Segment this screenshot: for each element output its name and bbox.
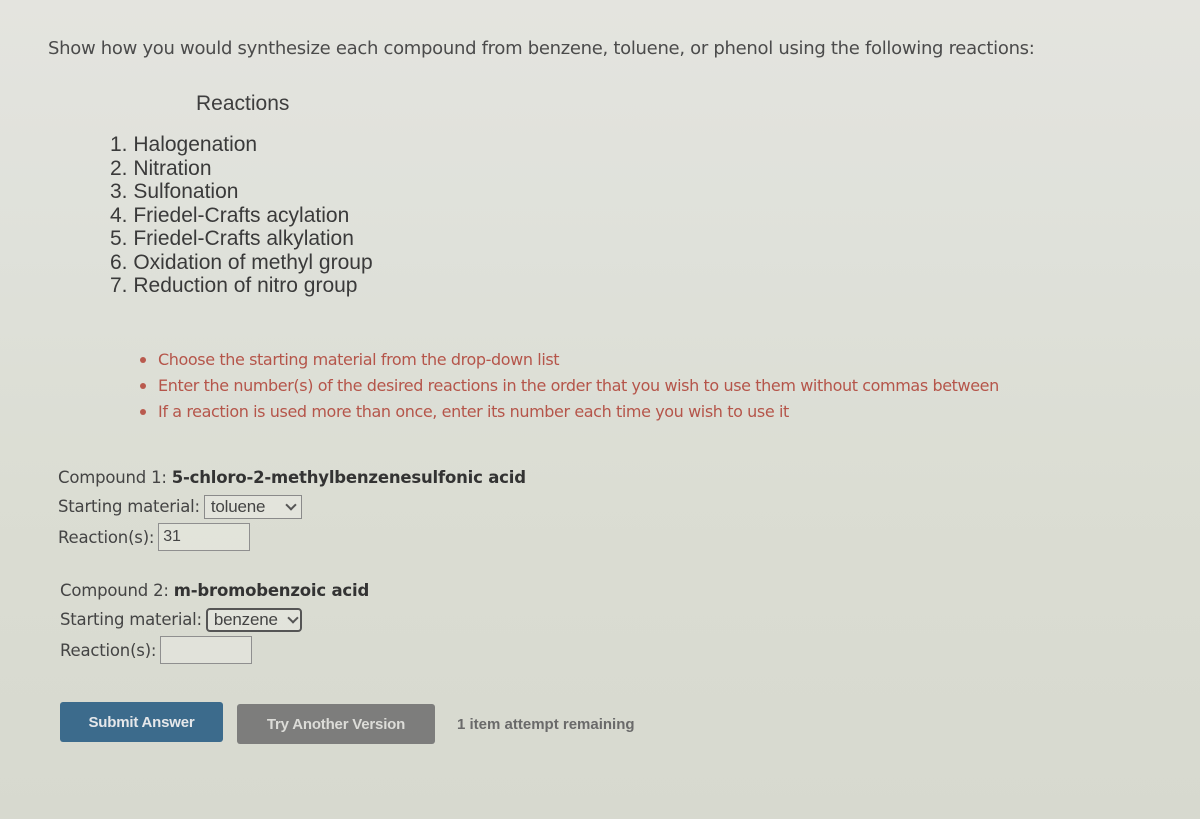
instruction-item: Enter the number(s) of the desired react…	[140, 373, 999, 399]
instruction-item: Choose the starting material from the dr…	[140, 347, 999, 373]
starting-material-label: Starting material:	[58, 497, 200, 516]
selected-value: toluene	[210, 496, 266, 516]
compound-2-name: m-bromobenzoic acid	[173, 581, 370, 600]
reactions-label: Reaction(s):	[58, 527, 155, 547]
compound-2-section: Compound 2: m-bromobenzoic acid Starting…	[60, 576, 369, 666]
submit-answer-button[interactable]: Submit Answer	[60, 702, 223, 742]
question-prompt: Show how you would synthesize each compo…	[48, 38, 1035, 59]
reaction-item: 6. Oxidation of methyl group	[110, 250, 373, 274]
try-another-version-button[interactable]: Try Another Version	[237, 704, 435, 744]
compound-2-reactions-row: Reaction(s):	[60, 634, 369, 666]
bullet-icon	[140, 383, 146, 389]
chevron-down-icon	[285, 498, 297, 511]
compound-1-reactions-input[interactable]: 31	[158, 523, 251, 551]
reactions-list: 1. Halogenation 2. Nitration 3. Sulfonat…	[110, 133, 373, 298]
reaction-item: 4. Friedel-Crafts acylation	[110, 203, 350, 227]
question-page: Show how you would synthesize each compo…	[0, 0, 1200, 819]
compound-2-starting-row: Starting material: benzene	[60, 605, 369, 634]
instruction-text: Enter the number(s) of the desired react…	[158, 376, 999, 395]
reactions-title: Reactions	[196, 92, 290, 115]
compound-1-starting-row: Starting material: toluene	[58, 492, 526, 521]
compound-2-heading: Compound 2: m-bromobenzoic acid	[60, 576, 369, 605]
reaction-item: 7. Reduction of nitro group	[110, 274, 358, 297]
compound-2-starting-material-select[interactable]: benzene	[205, 607, 302, 632]
compound-1-label: Compound 1:	[58, 468, 167, 487]
compound-1-section: Compound 1: 5-chloro-2-methylbenzenesulf…	[58, 463, 526, 553]
compound-1-reactions-row: Reaction(s): 31	[58, 521, 526, 553]
attempts-remaining-text: 1 item attempt remaining	[457, 716, 635, 733]
compound-1-heading: Compound 1: 5-chloro-2-methylbenzenesulf…	[58, 463, 526, 492]
compound-2-reactions-input[interactable]	[160, 636, 253, 664]
selected-value: benzene	[213, 609, 278, 629]
compound-1-starting-material-select[interactable]: toluene	[203, 494, 302, 519]
instruction-item: If a reaction is used more than once, en…	[140, 399, 999, 425]
instruction-text: Choose the starting material from the dr…	[158, 350, 560, 369]
compound-1-name: 5-chloro-2-methylbenzenesulfonic acid	[171, 468, 526, 487]
reactions-label: Reaction(s):	[60, 640, 157, 660]
reaction-item: 2. Nitration	[110, 156, 212, 180]
bullet-icon	[140, 357, 146, 363]
reaction-item: 5. Friedel-Crafts alkylation	[110, 227, 354, 250]
chevron-down-icon	[287, 611, 299, 624]
starting-material-label: Starting material:	[60, 610, 202, 629]
instruction-text: If a reaction is used more than once, en…	[158, 402, 789, 421]
reaction-item: 1. Halogenation	[110, 133, 258, 156]
reaction-item: 3. Sulfonation	[110, 180, 239, 203]
instructions-list: Choose the starting material from the dr…	[140, 347, 999, 425]
bullet-icon	[140, 409, 146, 415]
compound-2-label: Compound 2:	[60, 581, 169, 600]
